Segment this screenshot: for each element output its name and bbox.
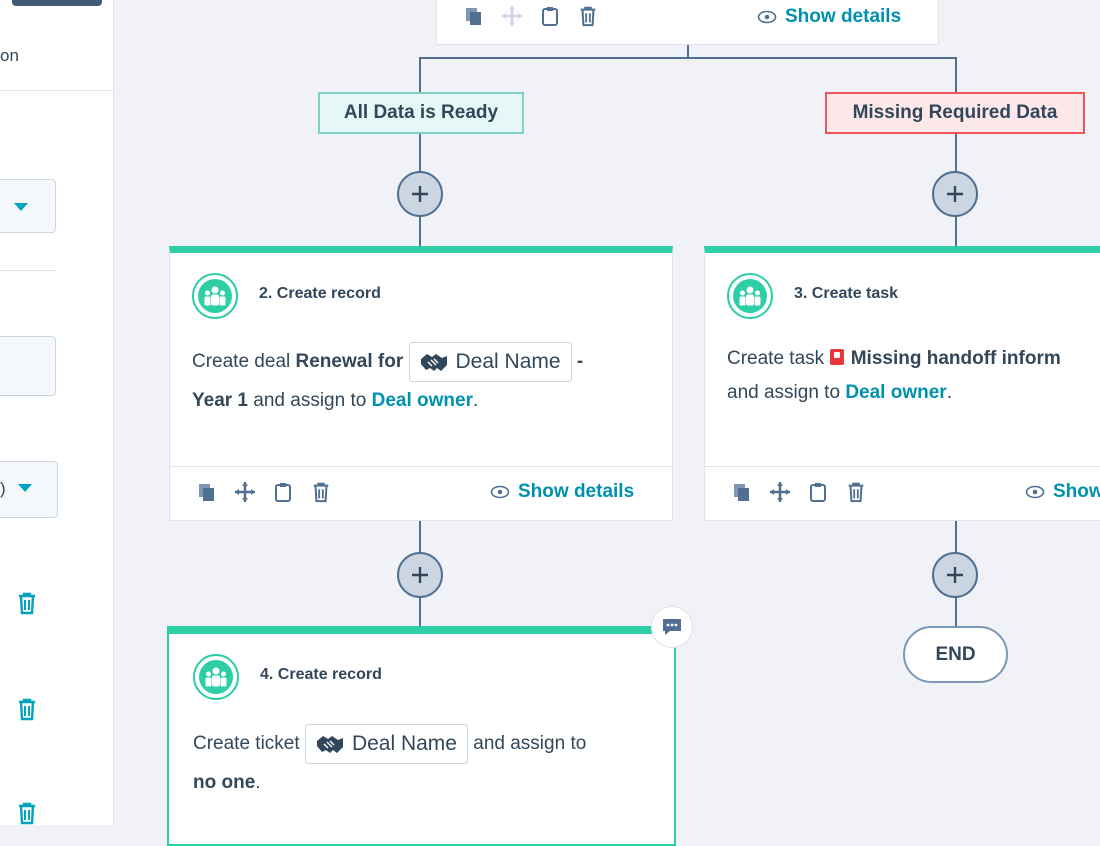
people-icon [739, 286, 761, 306]
trash-icon[interactable] [16, 591, 38, 615]
comment-icon [663, 619, 681, 635]
connector-line [419, 57, 421, 93]
copy-icon[interactable] [731, 481, 753, 503]
left-panel-dropdown-text: ) [0, 479, 6, 498]
branch-label-ready[interactable]: All Data is Ready [318, 92, 524, 134]
left-panel-partial-label: on [0, 46, 19, 65]
handshake-icon [420, 354, 447, 371]
plus-icon [947, 186, 963, 202]
connector-line [687, 44, 689, 58]
card-footer: Show [705, 466, 1100, 520]
card-title: 2. Create record [259, 285, 381, 302]
copy-icon[interactable] [196, 481, 218, 503]
divider [0, 90, 113, 91]
card-description: Create task Missing handoff inform and a… [727, 342, 1061, 410]
workflow-card-create-record[interactable]: 2. Create record Create deal Renewal for… [169, 246, 673, 521]
workflow-card-top[interactable]: Show details [436, 0, 939, 45]
add-action-button[interactable] [397, 552, 443, 598]
card-footer: Show details [170, 466, 672, 520]
token-label: Deal Name [351, 732, 457, 755]
trash-icon[interactable] [310, 481, 332, 503]
action-icon [192, 273, 238, 319]
left-panel-input[interactable] [0, 336, 56, 396]
people-icon [205, 667, 227, 687]
show-details-label: Show details [785, 6, 902, 27]
plus-icon [412, 186, 428, 202]
show-details-link[interactable]: Show details [490, 481, 634, 503]
action-icon [193, 654, 239, 700]
workflow-card-create-task[interactable]: 3. Create task Create task Missing hando… [704, 246, 1100, 521]
task-name: Missing handoff inform [850, 348, 1061, 369]
people-icon [204, 286, 226, 306]
card-description: Create ticket Deal Name and assign to no… [193, 724, 586, 802]
trash-icon[interactable] [16, 697, 38, 721]
chevron-down-icon[interactable] [14, 203, 28, 211]
add-action-button[interactable] [397, 171, 443, 217]
text: . [946, 382, 952, 403]
trash-icon[interactable] [845, 481, 867, 503]
chevron-down-icon[interactable] [18, 484, 32, 492]
show-details-link[interactable]: Show details [757, 6, 901, 28]
assignee: no one [193, 772, 256, 793]
clipboard-icon[interactable] [539, 5, 561, 27]
text: - [576, 351, 584, 373]
deal-name-suffix: Year 1 [192, 390, 248, 411]
clipboard-icon[interactable] [807, 481, 829, 503]
trash-icon[interactable] [16, 801, 38, 825]
move-icon[interactable] [234, 481, 256, 503]
token-label: Deal Name [455, 350, 561, 373]
text: Create task [727, 348, 825, 369]
show-details-link[interactable]: Show [1025, 481, 1100, 503]
add-action-button[interactable] [932, 171, 978, 217]
card-title: 3. Create task [794, 285, 899, 302]
text: Create deal [192, 351, 291, 373]
card-title: 4. Create record [260, 666, 382, 683]
clipboard-icon[interactable] [272, 481, 294, 503]
add-action-button[interactable] [932, 552, 978, 598]
workflow-card-create-ticket[interactable]: 4. Create record Create ticket Deal Name… [167, 626, 676, 846]
plus-icon [412, 567, 428, 583]
handshake-icon [316, 736, 343, 753]
show-details-label: Show details [518, 481, 635, 502]
eye-icon [490, 485, 510, 499]
move-icon[interactable] [769, 481, 791, 503]
show-details-label: Show [1053, 481, 1100, 502]
copy-icon[interactable] [463, 5, 485, 27]
left-panel-top-button[interactable] [12, 0, 102, 6]
plus-icon [947, 567, 963, 583]
connector-line [955, 57, 957, 93]
card-description: Create deal Renewal for Deal Name - Year… [192, 342, 583, 420]
deal-owner-link[interactable]: Deal owner [845, 382, 946, 403]
move-icon[interactable] [501, 5, 523, 27]
text: Create ticket [193, 733, 300, 755]
comment-button[interactable] [651, 606, 693, 648]
text: . [472, 390, 479, 411]
deal-name-token[interactable]: Deal Name [408, 342, 572, 382]
left-panel: on ) [0, 0, 114, 825]
eye-icon [1025, 485, 1045, 499]
branch-label-missing[interactable]: Missing Required Data [825, 92, 1085, 134]
connector-line [419, 57, 957, 59]
deal-name-token[interactable]: Deal Name [304, 724, 468, 764]
left-panel-dropdown[interactable] [0, 179, 56, 233]
eye-icon [757, 10, 777, 24]
text: and assign to [727, 382, 841, 403]
deal-owner-link[interactable]: Deal owner [372, 390, 473, 411]
text: and assign to [473, 733, 587, 755]
divider [0, 270, 56, 271]
action-icon [727, 273, 773, 319]
end-node: END [903, 626, 1008, 683]
deal-name-prefix: Renewal for [295, 351, 404, 373]
alert-emoji-icon [830, 349, 845, 365]
text: . [255, 772, 261, 793]
trash-icon[interactable] [577, 5, 599, 27]
text: and assign to [253, 390, 367, 411]
